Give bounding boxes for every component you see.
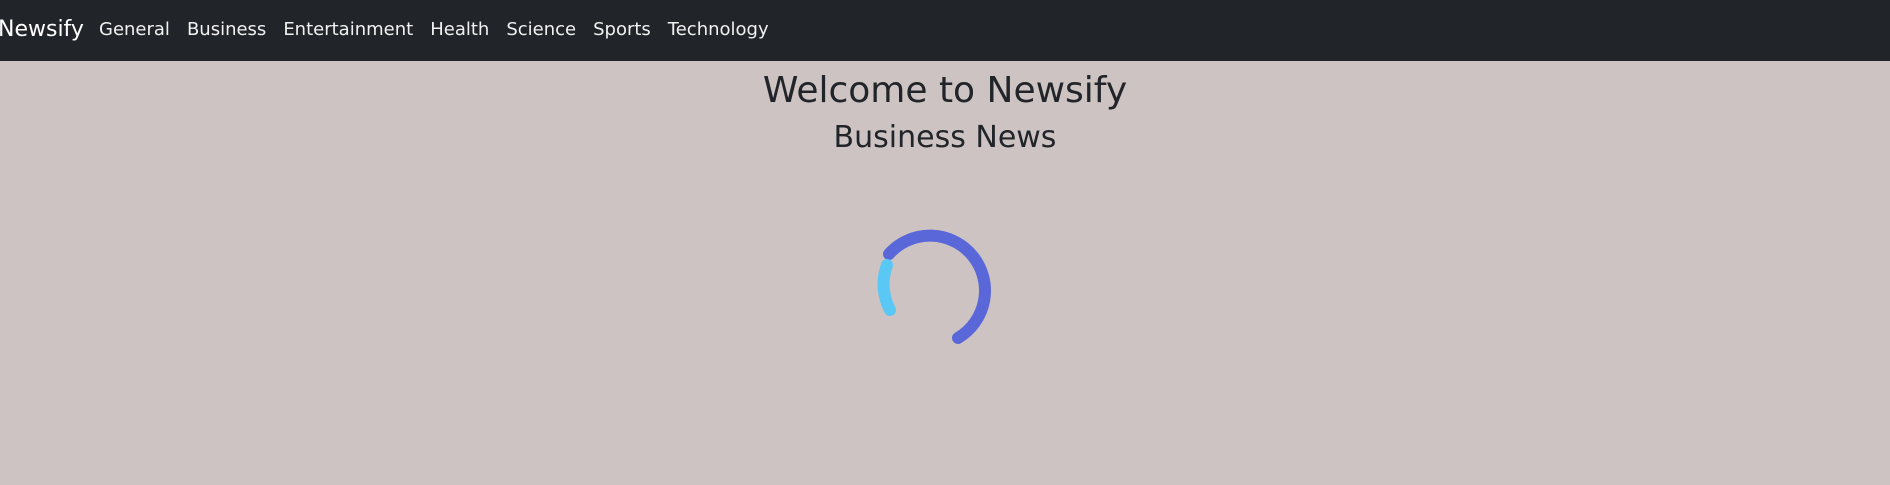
nav-link-technology[interactable]: Technology xyxy=(668,16,769,44)
spinner-primary-arc xyxy=(883,229,991,344)
nav-link-entertainment[interactable]: Entertainment xyxy=(283,16,413,44)
nav-link-science[interactable]: Science xyxy=(506,16,576,44)
nav-link-health[interactable]: Health xyxy=(430,16,489,44)
main-content: Welcome to Newsify Business News xyxy=(0,61,1890,485)
nav-links: General Business Entertainment Health Sc… xyxy=(99,16,786,44)
top-navbar: Newsify General Business Entertainment H… xyxy=(0,0,1890,61)
nav-link-business[interactable]: Business xyxy=(187,16,266,44)
brand-logo-link[interactable]: Newsify xyxy=(0,15,84,45)
category-heading: Business News xyxy=(833,120,1057,155)
nav-link-general[interactable]: General xyxy=(99,16,170,44)
loading-spinner-icon xyxy=(877,229,991,344)
nav-link-sports[interactable]: Sports xyxy=(593,16,651,44)
page-title: Welcome to Newsify xyxy=(762,70,1128,111)
spinner-secondary-arc xyxy=(877,259,896,316)
